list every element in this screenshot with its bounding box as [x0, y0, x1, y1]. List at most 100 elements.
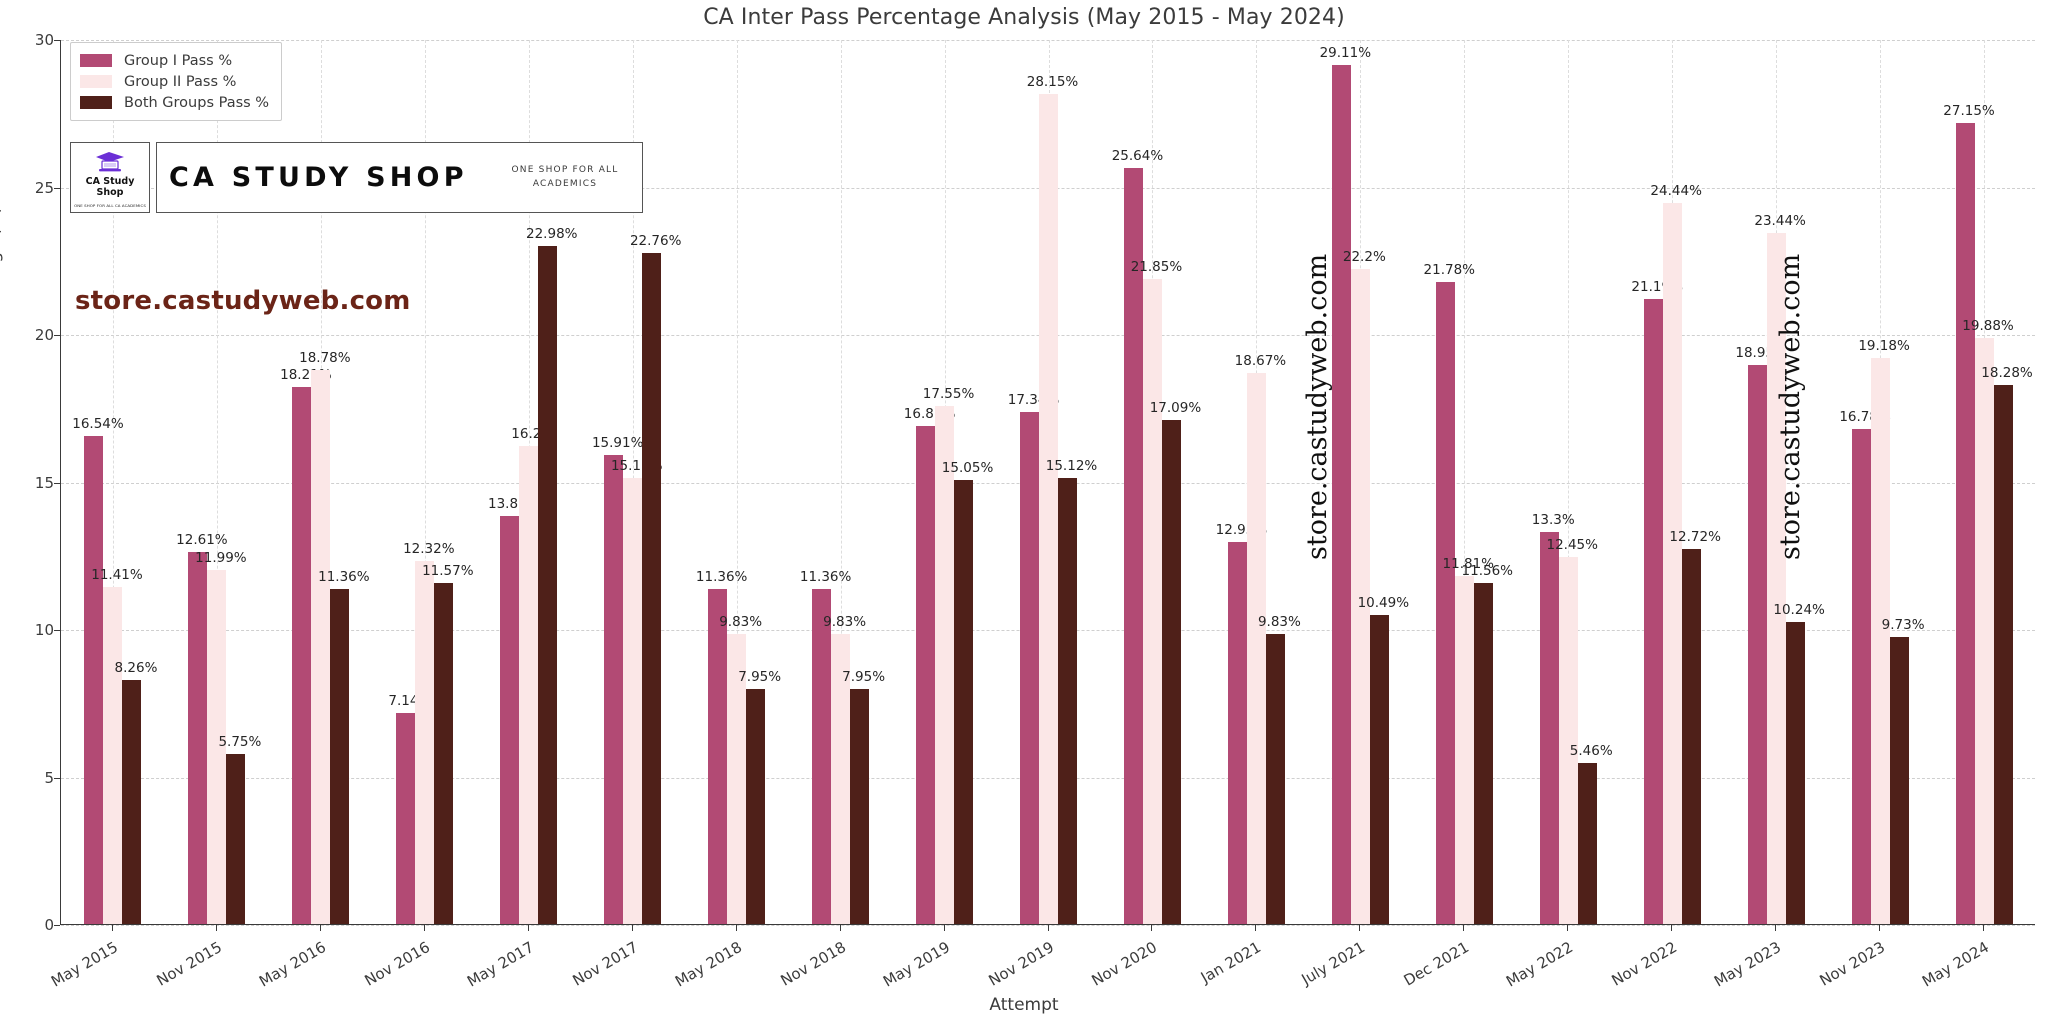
x-axis-tick-mark: [735, 925, 737, 931]
y-axis-tick-mark: [54, 925, 60, 926]
bar-group: 12.95% 18.67% 9.83%: [1216, 40, 1301, 924]
bar-both-groups[interactable]: [746, 689, 766, 924]
x-axis-tick-mark: [943, 925, 945, 931]
bar-both-groups[interactable]: [1369, 614, 1389, 924]
bar-group: 21.78% 11.81% 11.56%: [1424, 40, 1513, 924]
legend-item: Group II Pass %: [80, 71, 269, 92]
bar-value-label: 18.28%: [1981, 364, 2033, 381]
bar-group-i[interactable]: [1643, 298, 1663, 924]
bar-both-groups[interactable]: [434, 582, 454, 924]
bar-both-groups[interactable]: [1161, 419, 1181, 924]
bar-both-groups[interactable]: [1785, 621, 1805, 924]
bar-group-ii[interactable]: [1246, 373, 1266, 924]
bar-both-groups[interactable]: [1993, 384, 2013, 924]
bar-value-label: 13.3%: [1531, 511, 1575, 528]
bar-both-groups[interactable]: [1577, 762, 1597, 924]
bar-group-i[interactable]: [708, 588, 728, 924]
bar-group-i[interactable]: [1851, 429, 1871, 924]
bar-value-label: 10.49%: [1357, 594, 1410, 611]
bar-group-i[interactable]: [1539, 531, 1559, 924]
logo-tagline: ONE SHOP FOR ALL CA ACADEMICS: [74, 202, 146, 208]
x-axis-label: Attempt: [989, 995, 1059, 1015]
bar-group-ii[interactable]: [415, 560, 435, 924]
bar-value-label: 11.36%: [799, 568, 852, 585]
bar-value-label: 11.56%: [1461, 562, 1514, 579]
y-axis-tick-mark: [54, 630, 60, 631]
bar-value-label: 16.54%: [72, 416, 124, 433]
bar-both-groups[interactable]: [1473, 582, 1493, 924]
bar-group-ii[interactable]: [519, 446, 539, 924]
bar-group-ii[interactable]: [623, 478, 643, 924]
bar-value-label: 15.91%: [591, 434, 644, 451]
x-axis-tick-label: Nov 2015: [153, 938, 225, 990]
bar-both-groups[interactable]: [1058, 477, 1077, 924]
legend-item: Both Groups Pass %: [80, 92, 269, 113]
bar-value-label: 11.57%: [422, 562, 474, 579]
bar-group-ii[interactable]: [1142, 279, 1162, 924]
bar-group-i[interactable]: [396, 713, 416, 924]
bar-value-label: 21.85%: [1130, 259, 1183, 276]
bar-both-groups[interactable]: [954, 480, 974, 924]
bar-value-label: 18.67%: [1234, 353, 1287, 370]
x-axis-tick-mark: [1359, 925, 1361, 931]
bar-group-ii[interactable]: [1974, 337, 1994, 924]
bar-value-label: 15.05%: [941, 460, 994, 477]
bar-value-label: 11.36%: [695, 568, 748, 585]
bar-group-ii[interactable]: [1454, 575, 1474, 924]
chart-title: CA Inter Pass Percentage Analysis (May 2…: [703, 5, 1345, 30]
bar-both-groups[interactable]: [1889, 636, 1909, 924]
bar-both-groups[interactable]: [1265, 634, 1285, 924]
bar-group-ii[interactable]: [311, 370, 331, 924]
bar-both-groups[interactable]: [122, 680, 142, 924]
y-axis-tick-mark: [54, 40, 60, 41]
x-axis-tick-label: Nov 2023: [1816, 938, 1889, 990]
bar-group-i[interactable]: [1331, 65, 1351, 924]
bar-group-i[interactable]: [188, 552, 208, 924]
bar-group-ii[interactable]: [1558, 556, 1578, 924]
x-axis-tick-mark: [631, 925, 633, 931]
bar-group-ii[interactable]: [1039, 93, 1058, 924]
bar-group-i[interactable]: [604, 454, 624, 924]
bar-value-label: 24.44%: [1650, 183, 1702, 200]
bar-group-i[interactable]: [1435, 281, 1455, 924]
bar-group-i[interactable]: [1123, 167, 1143, 924]
y-axis-tick-mark: [54, 482, 60, 484]
bar-both-groups[interactable]: [330, 588, 350, 924]
bar-group-i[interactable]: [1020, 412, 1039, 924]
bar-group-i[interactable]: [916, 426, 936, 924]
bar-group: 13.3% 12.45% 5.46%: [1532, 40, 1613, 924]
bar-both-groups[interactable]: [1681, 548, 1701, 924]
bar-group-i[interactable]: [84, 436, 104, 924]
watermark-vertical-1: store.castudyweb.com: [1302, 253, 1333, 560]
bar-value-label: 28.15%: [1026, 73, 1079, 90]
bar-group-i[interactable]: [812, 588, 832, 924]
bar-group-i[interactable]: [292, 386, 312, 924]
bar-group-ii[interactable]: [103, 587, 123, 924]
x-axis-tick-mark: [1775, 925, 1777, 931]
x-axis-tick-mark: [1983, 925, 1985, 931]
bar-group: 11.36% 9.83% 7.95%: [800, 40, 885, 924]
y-axis-tick-label: 30: [34, 31, 54, 49]
bar-value-label: 11.99%: [195, 550, 247, 567]
bar-group-ii[interactable]: [1870, 358, 1890, 924]
bar-both-groups[interactable]: [226, 754, 246, 924]
bar-group-ii[interactable]: [1662, 203, 1682, 924]
bar-group-i[interactable]: [1747, 364, 1767, 924]
x-axis-tick-label: Jan 2021: [1198, 938, 1265, 987]
bar-group: 16.78% 19.18% 9.73%: [1839, 40, 1925, 924]
y-axis-tick-label: 10: [34, 621, 54, 639]
bar-group-ii[interactable]: [935, 406, 955, 924]
x-axis-tick-mark: [527, 925, 529, 931]
x-axis-tick-label: Nov 2020: [1088, 938, 1161, 990]
bar-group-i[interactable]: [500, 516, 520, 924]
legend-label-group-i: Group I Pass %: [124, 52, 233, 69]
logo-banner-subtitle: ONE SHOP FOR ALL ACADEMICS: [500, 163, 630, 192]
bar-group-i[interactable]: [1955, 123, 1975, 924]
bar-both-groups[interactable]: [538, 246, 558, 924]
x-axis-tick-mark: [839, 925, 841, 931]
bar-both-groups[interactable]: [850, 689, 870, 924]
bar-group-i[interactable]: [1227, 541, 1247, 924]
bar-value-label: 15.12%: [1045, 457, 1098, 474]
bar-value-label: 12.61%: [176, 532, 228, 549]
bar-both-groups[interactable]: [642, 252, 662, 924]
